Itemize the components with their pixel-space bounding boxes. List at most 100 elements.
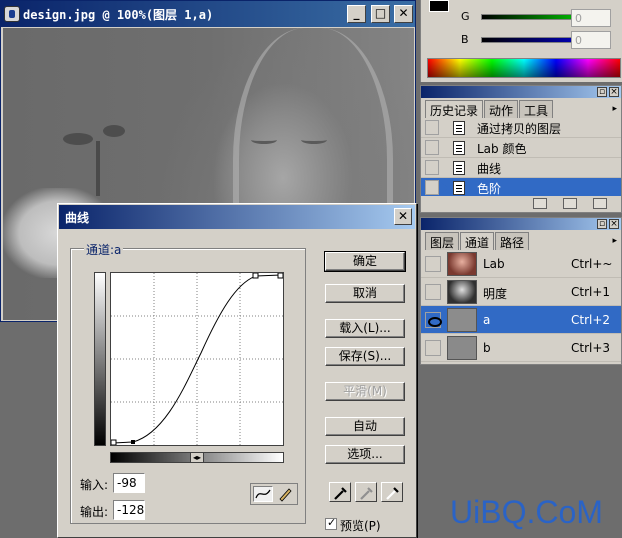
ok-button[interactable]: 确定 xyxy=(324,251,406,272)
white-eyedropper-icon[interactable] xyxy=(381,482,403,502)
channel-label: 通道:a xyxy=(84,241,124,258)
maximize-button[interactable]: □ xyxy=(371,5,390,23)
history-item[interactable]: 通过拷贝的图层 xyxy=(421,118,621,138)
history-panel: ▫ × 历史记录 动作 工具 ▸ 通过拷贝的图层 Lab 颜色 曲线 色阶 xyxy=(420,85,622,213)
auto-button[interactable]: 自动 xyxy=(325,417,405,436)
history-item-label: 通过拷贝的图层 xyxy=(477,122,562,136)
channel-label: 明度 xyxy=(483,287,508,301)
history-source-checkbox[interactable] xyxy=(425,140,439,155)
tab-actions[interactable]: 动作 xyxy=(484,100,519,118)
smooth-button[interactable]: 平滑(M) xyxy=(325,382,405,401)
history-item[interactable]: 曲线 xyxy=(421,158,621,178)
history-source-checkbox[interactable] xyxy=(425,120,439,135)
options-button[interactable]: 选项... xyxy=(325,445,405,464)
watermark-logo: UiBQ.CoM xyxy=(450,494,603,530)
panel-menu-arrow-icon[interactable]: ▸ xyxy=(612,104,617,114)
gray-eyedropper-icon[interactable] xyxy=(355,482,377,502)
history-item-label: 色阶 xyxy=(477,182,502,196)
delete-trash-icon[interactable] xyxy=(593,198,607,209)
output-field[interactable]: -128 xyxy=(113,500,145,520)
input-label: 输入: xyxy=(80,478,109,492)
channel-thumbnail xyxy=(447,308,477,332)
save-button[interactable]: 保存(S)... xyxy=(325,347,405,366)
dialog-close-button[interactable]: ✕ xyxy=(394,208,412,225)
curve-point-tool-icon[interactable] xyxy=(253,486,273,502)
panel-minimize-icon[interactable]: ▫ xyxy=(597,219,607,229)
tab-channels[interactable]: 通道 xyxy=(460,232,495,250)
channel-shortcut: Ctrl+3 xyxy=(571,341,611,355)
panel-close-icon[interactable]: × xyxy=(609,219,619,229)
panel-close-icon[interactable]: × xyxy=(609,87,619,97)
history-state-icon xyxy=(453,121,465,135)
close-button[interactable]: ✕ xyxy=(394,5,413,23)
channel-thumbnail xyxy=(447,280,477,304)
history-source-checkbox[interactable] xyxy=(425,160,439,175)
history-list: 通过拷贝的图层 Lab 颜色 曲线 色阶 xyxy=(421,118,621,198)
channels-tabs: 图层 通道 路径 xyxy=(425,232,530,250)
curves-dialog-titlebar[interactable]: 曲线 ✕ xyxy=(59,205,415,229)
minimize-button[interactable]: _ xyxy=(347,5,366,23)
new-snapshot-icon[interactable] xyxy=(563,198,577,209)
output-label: 输出: xyxy=(80,505,109,519)
channel-thumbnail xyxy=(447,336,477,360)
curve-tool-toggle xyxy=(250,483,298,505)
channels-panel-titlebar[interactable]: ▫ × xyxy=(421,218,621,230)
visibility-eye-icon[interactable] xyxy=(425,312,442,328)
tab-paths[interactable]: 路径 xyxy=(495,232,530,250)
canvas-left-eye xyxy=(251,136,277,144)
history-state-icon xyxy=(453,141,465,155)
canvas-right-eye xyxy=(301,136,327,144)
green-slider-label: G xyxy=(461,10,470,23)
panel-menu-arrow-icon[interactable]: ▸ xyxy=(612,236,617,246)
channel-row[interactable]: 明度 Ctrl+1 xyxy=(421,278,621,306)
history-state-icon xyxy=(453,161,465,175)
color-panel: G 0 B 0 xyxy=(420,0,622,82)
history-source-checkbox[interactable] xyxy=(425,180,439,195)
curves-dialog-title: 曲线 xyxy=(65,211,90,225)
history-item-label: Lab 颜色 xyxy=(477,142,527,156)
tab-layers[interactable]: 图层 xyxy=(425,232,460,250)
channel-row-selected[interactable]: a Ctrl+2 xyxy=(421,306,621,334)
new-document-from-state-icon[interactable] xyxy=(533,198,547,209)
history-item-label: 曲线 xyxy=(477,162,502,176)
panel-minimize-icon[interactable]: ▫ xyxy=(597,87,607,97)
input-field[interactable]: -98 xyxy=(113,473,145,493)
blue-value-field[interactable]: 0 xyxy=(571,31,611,49)
curves-dialog: 曲线 ✕ 通道:a ◂▸ 输入: -98 输出: -128 确定 取消 载入(L… xyxy=(57,203,417,538)
history-tabs: 历史记录 动作 工具 xyxy=(425,100,554,118)
history-panel-titlebar[interactable]: ▫ × xyxy=(421,86,621,98)
pencil-tool-icon[interactable] xyxy=(276,486,296,502)
curve-svg xyxy=(110,272,284,446)
history-item[interactable]: Lab 颜色 xyxy=(421,138,621,158)
visibility-eye-icon[interactable] xyxy=(425,256,441,272)
channel-label: Lab xyxy=(483,257,505,271)
channels-list: Lab Ctrl+~ 明度 Ctrl+1 a Ctrl+2 b Ctrl+3 xyxy=(421,250,621,362)
history-item-selected[interactable]: 色阶 xyxy=(421,178,621,198)
cancel-button[interactable]: 取消 xyxy=(325,284,405,303)
photoshop-icon xyxy=(4,6,20,22)
channel-label: b xyxy=(483,341,491,355)
blue-slider-label: B xyxy=(461,33,469,46)
preview-check-icon[interactable] xyxy=(325,516,337,530)
visibility-eye-icon[interactable] xyxy=(425,340,441,356)
output-gradient-bar xyxy=(94,272,106,446)
black-eyedropper-icon[interactable] xyxy=(329,482,351,502)
tab-history[interactable]: 历史记录 xyxy=(425,100,484,118)
green-value-field[interactable]: 0 xyxy=(571,9,611,27)
channel-thumbnail xyxy=(447,252,477,276)
history-panel-footer xyxy=(421,196,621,212)
tab-tools[interactable]: 工具 xyxy=(519,100,554,118)
channel-shortcut: Ctrl+2 xyxy=(571,313,611,327)
load-button[interactable]: 载入(L)... xyxy=(325,319,405,338)
visibility-eye-icon[interactable] xyxy=(425,284,441,300)
channel-row[interactable]: Lab Ctrl+~ xyxy=(421,250,621,278)
history-state-marker-icon xyxy=(441,182,448,194)
color-spectrum-bar[interactable] xyxy=(427,58,621,78)
curve-graph[interactable] xyxy=(110,272,284,446)
foreground-swatch[interactable] xyxy=(429,0,449,12)
gradient-toggle-icon[interactable]: ◂▸ xyxy=(190,452,204,463)
channel-row[interactable]: b Ctrl+3 xyxy=(421,334,621,362)
document-titlebar[interactable]: design.jpg @ 100%(图层 1,a) _ □ ✕ xyxy=(1,1,415,27)
channels-panel: ▫ × 图层 通道 路径 ▸ Lab Ctrl+~ 明度 Ctrl+1 a Ct… xyxy=(420,217,622,365)
channel-label: a xyxy=(483,313,491,327)
